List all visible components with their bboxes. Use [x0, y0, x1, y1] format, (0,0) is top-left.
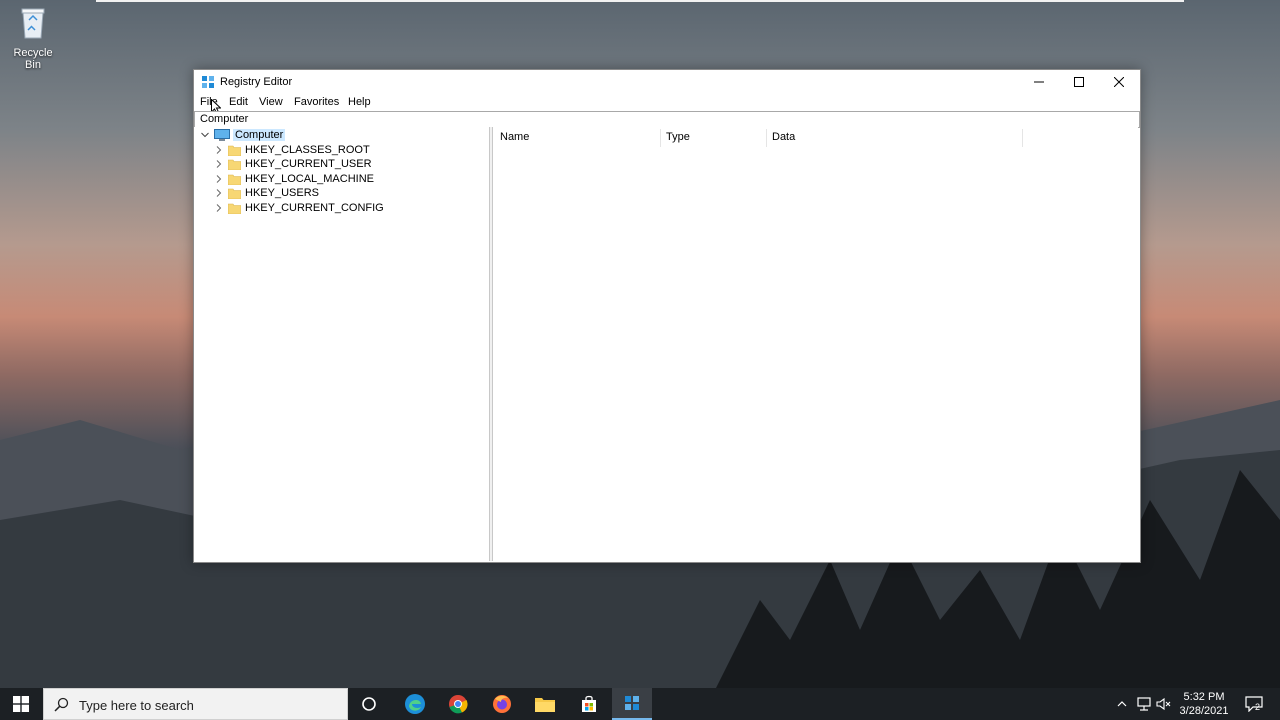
menu-view[interactable]: View — [259, 96, 283, 108]
chevron-up-icon — [1117, 701, 1127, 707]
taskbar-chrome[interactable] — [438, 688, 478, 720]
address-bar[interactable]: Computer — [194, 111, 1140, 128]
registry-app-icon — [202, 76, 214, 88]
taskbar-clock[interactable]: 5:32 PM 3/28/2021 — [1172, 690, 1236, 718]
computer-icon — [214, 129, 230, 141]
folder-icon — [228, 145, 241, 156]
tree-item-hkcr[interactable]: HKEY_CLASSES_ROOT — [214, 143, 370, 157]
start-button[interactable] — [0, 688, 42, 720]
taskbar-file-explorer[interactable] — [525, 688, 565, 720]
chevron-right-icon[interactable] — [214, 145, 224, 155]
column-divider[interactable] — [766, 129, 767, 147]
menu-favorites[interactable]: Favorites — [294, 96, 339, 108]
chevron-down-icon[interactable] — [200, 130, 210, 140]
network-button[interactable] — [1136, 696, 1152, 712]
registry-editor-window: Registry Editor File Edit View Favorites… — [193, 69, 1141, 563]
taskbar-edge[interactable] — [395, 688, 435, 720]
folder-icon — [228, 174, 241, 185]
key-tree-pane[interactable]: Computer HKEY_CLASSES_ROOT HKEY_CURRENT_… — [194, 127, 489, 561]
search-icon — [54, 697, 69, 712]
title-bar[interactable]: Registry Editor — [194, 70, 1140, 94]
volume-button[interactable] — [1156, 696, 1172, 712]
tree-item-hku[interactable]: HKEY_USERS — [214, 186, 319, 200]
folder-icon — [228, 203, 241, 214]
column-header-data[interactable]: Data — [772, 127, 1022, 147]
taskbar-store[interactable] — [569, 688, 609, 720]
menu-edit[interactable]: Edit — [229, 96, 248, 108]
chevron-right-icon[interactable] — [214, 159, 224, 169]
maximize-icon — [1074, 77, 1084, 87]
action-center-button[interactable]: 2 — [1244, 696, 1264, 712]
tree-label: HKEY_LOCAL_MACHINE — [245, 173, 374, 185]
tree-item-computer[interactable]: Computer — [200, 128, 286, 142]
column-divider[interactable] — [660, 129, 661, 147]
maximize-button[interactable] — [1059, 70, 1099, 94]
recycle-bin-icon — [21, 8, 45, 39]
tree-item-hkcu[interactable]: HKEY_CURRENT_USER — [214, 157, 372, 171]
taskbar-firefox[interactable] — [482, 688, 522, 720]
chevron-right-icon[interactable] — [214, 188, 224, 198]
menu-help[interactable]: Help — [348, 96, 371, 108]
show-hidden-icons-button[interactable] — [1114, 696, 1130, 712]
minimize-button[interactable] — [1019, 70, 1059, 94]
cortana-icon — [362, 697, 376, 711]
notification-icon — [1245, 696, 1263, 712]
column-header-name[interactable]: Name — [500, 127, 660, 147]
tree-item-hkcc[interactable]: HKEY_CURRENT_CONFIG — [214, 201, 384, 215]
tree-label: HKEY_USERS — [245, 187, 319, 199]
taskbar-registry-editor[interactable] — [612, 688, 652, 720]
edge-browser-icon — [405, 694, 425, 714]
column-header-type[interactable]: Type — [666, 127, 766, 147]
top-edge-strip — [96, 0, 1184, 2]
store-icon — [582, 695, 596, 712]
close-icon — [1114, 77, 1124, 87]
taskbar: Type here to search 5:32 PM 3/28/2021 2 — [0, 688, 1280, 720]
windows-logo-icon — [13, 696, 29, 712]
volume-muted-icon — [1156, 697, 1171, 711]
search-placeholder: Type here to search — [79, 698, 194, 713]
taskbar-search-box[interactable]: Type here to search — [43, 688, 348, 720]
network-icon — [1137, 697, 1151, 711]
minimize-icon — [1034, 81, 1044, 83]
menu-bar: File Edit View Favorites Help — [194, 94, 1140, 115]
folder-icon — [228, 159, 241, 170]
tree-item-hklm[interactable]: HKEY_LOCAL_MACHINE — [214, 172, 374, 186]
clock-date: 3/28/2021 — [1179, 705, 1229, 717]
notification-count: 2 — [1255, 702, 1261, 712]
recycle-bin-shortcut[interactable]: Recycle Bin — [4, 6, 62, 71]
tree-label: HKEY_CLASSES_ROOT — [245, 144, 370, 156]
chevron-right-icon[interactable] — [214, 203, 224, 213]
file-explorer-icon — [535, 698, 555, 712]
chrome-browser-icon — [449, 695, 468, 714]
clock-time: 5:32 PM — [1183, 691, 1225, 703]
registry-editor-icon — [625, 696, 639, 710]
window-title: Registry Editor — [220, 76, 293, 88]
address-text: Computer — [200, 113, 249, 125]
firefox-browser-icon — [493, 695, 511, 713]
tree-label: HKEY_CURRENT_CONFIG — [245, 202, 384, 214]
close-button[interactable] — [1099, 70, 1139, 94]
cortana-button[interactable] — [349, 688, 389, 720]
recycle-bin-label: Recycle Bin — [13, 47, 53, 71]
tree-label: HKEY_CURRENT_USER — [245, 158, 372, 170]
values-list-pane[interactable]: Name Type Data — [493, 127, 1138, 561]
chevron-right-icon[interactable] — [214, 174, 224, 184]
folder-icon — [228, 188, 241, 199]
tree-label-computer: Computer — [233, 129, 286, 141]
column-divider[interactable] — [1022, 129, 1023, 147]
